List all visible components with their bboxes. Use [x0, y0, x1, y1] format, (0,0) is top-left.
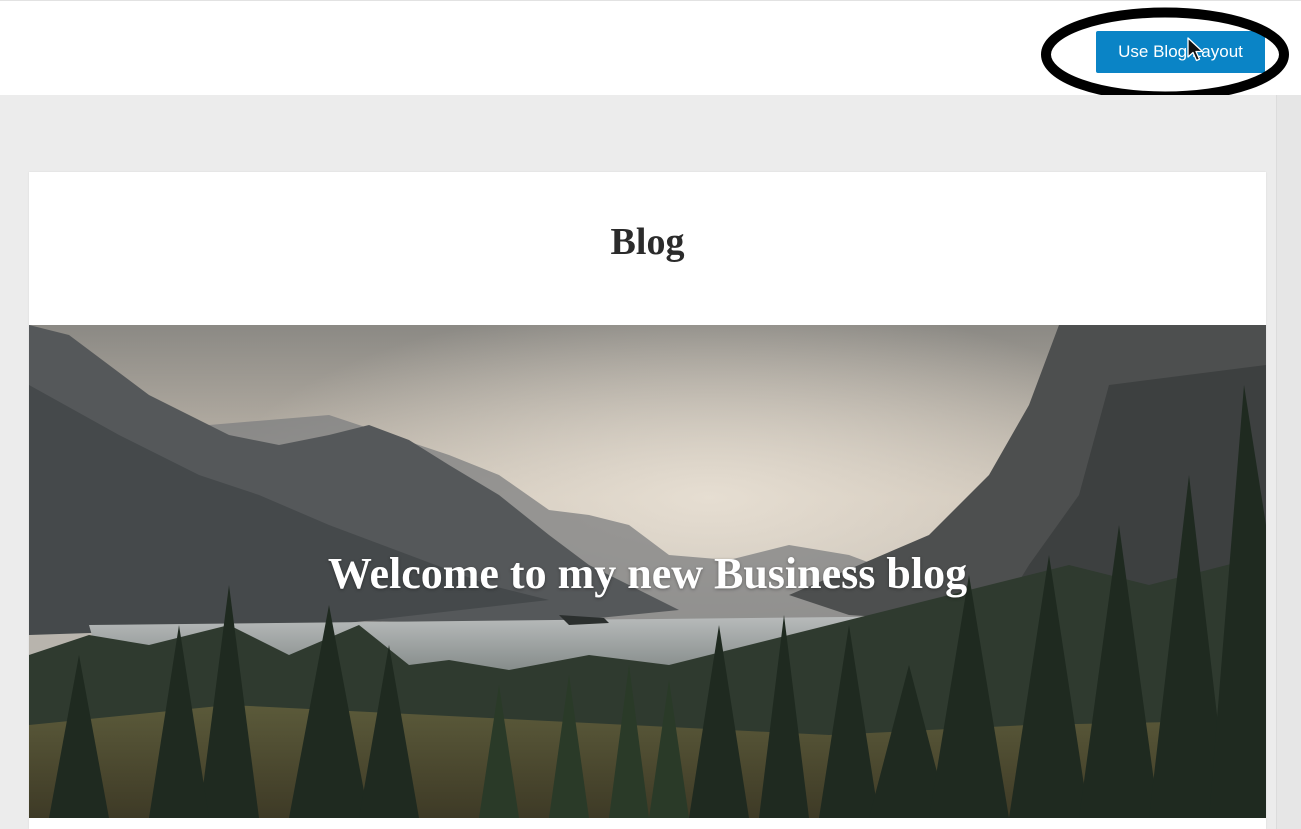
- page-preview: Blog Welcome to my new Business blog: [29, 172, 1266, 829]
- use-blog-layout-button[interactable]: Use Blog Layout: [1096, 31, 1265, 73]
- hero-cover-image[interactable]: Welcome to my new Business blog: [29, 325, 1266, 818]
- editor-top-bar: Use Blog Layout: [0, 0, 1301, 102]
- scrollbar-track[interactable]: [1276, 95, 1301, 829]
- hero-heading: Welcome to my new Business blog: [327, 549, 968, 598]
- page-title: Blog: [610, 221, 685, 263]
